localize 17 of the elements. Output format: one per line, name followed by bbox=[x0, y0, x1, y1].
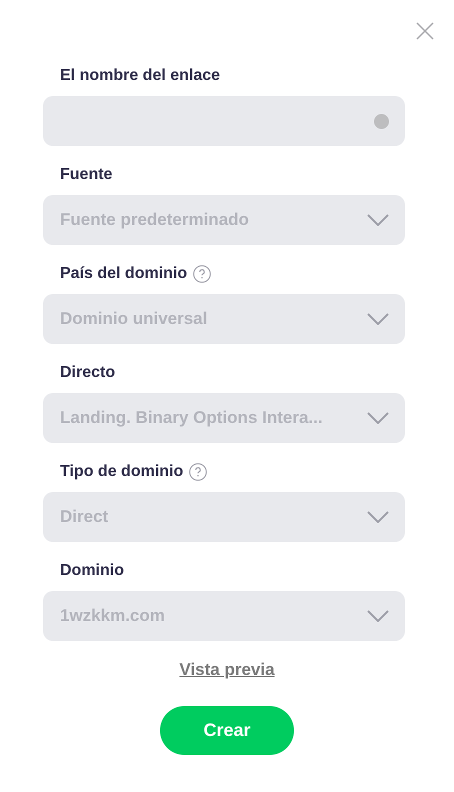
chevron-down-icon bbox=[367, 313, 389, 325]
link-name-field[interactable] bbox=[43, 96, 405, 146]
chevron-down-icon bbox=[367, 610, 389, 622]
help-icon[interactable] bbox=[193, 265, 212, 283]
status-dot-icon bbox=[374, 114, 389, 128]
chevron-down-icon bbox=[367, 511, 389, 523]
field-label: País del dominio bbox=[60, 265, 188, 283]
field-label: Fuente bbox=[60, 166, 112, 184]
field-label: Directo bbox=[60, 364, 116, 382]
preview-link[interactable]: Vista previa bbox=[179, 660, 275, 680]
chevron-down-icon bbox=[367, 412, 389, 424]
help-icon[interactable] bbox=[189, 463, 208, 481]
field-label: Tipo de dominio bbox=[60, 463, 184, 481]
chevron-down-icon bbox=[367, 214, 389, 226]
field-label: El nombre del enlace bbox=[60, 67, 220, 85]
create-button[interactable]: Crear bbox=[160, 706, 294, 755]
field-label: Dominio bbox=[60, 562, 124, 580]
